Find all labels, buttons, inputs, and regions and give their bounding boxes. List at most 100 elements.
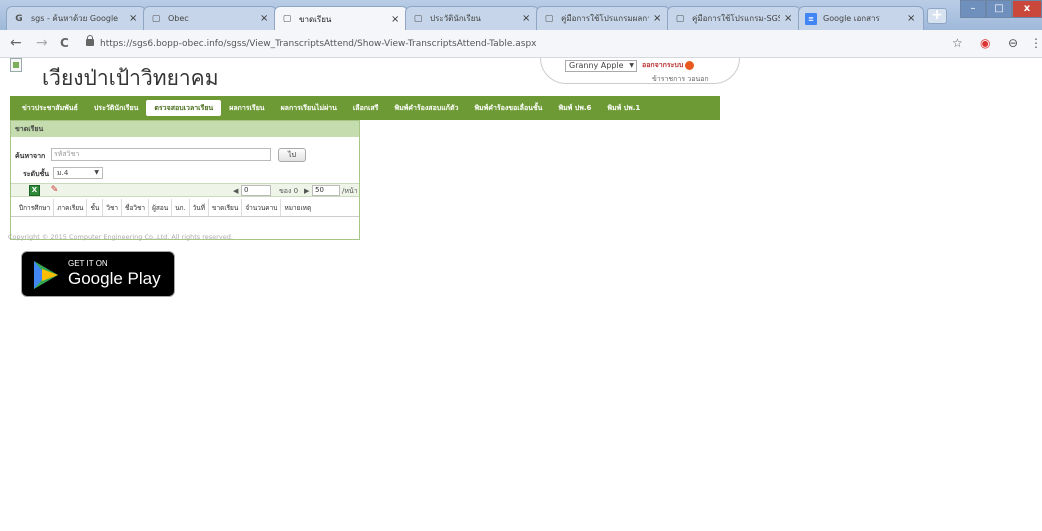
level-value: ม.4 <box>57 169 69 177</box>
browser-titlebar: G sgs - ค้นหาด้วย Google × ▢ Obec × ▢ ขา… <box>0 0 1042 31</box>
tab-manual-grades[interactable]: ▢ คู่มือการใช้โปรแกรมผลการเรียน × <box>536 6 670 30</box>
search-label: ค้นหาจาก <box>15 152 46 160</box>
excel-export-icon[interactable]: X <box>29 185 40 196</box>
back-icon[interactable]: ← <box>10 36 22 50</box>
column-header[interactable]: ภาคเรียน <box>54 199 88 216</box>
menu-item-print-promotion[interactable]: พิมพ์คำร้องขอเลื่อนชั้น <box>466 100 550 116</box>
logout-label: ออกจากระบบ <box>642 61 684 69</box>
school-title: เวียงป่าเป้าวิทยาคม <box>42 66 219 90</box>
column-header[interactable]: นก. <box>172 199 190 216</box>
next-page-icon[interactable]: ▶ <box>304 185 309 197</box>
close-icon[interactable]: × <box>522 13 532 24</box>
close-icon[interactable]: × <box>784 13 794 24</box>
power-icon <box>685 60 695 70</box>
close-window-button[interactable]: x <box>1012 0 1042 18</box>
level-select[interactable]: ม.4 ▼ <box>53 167 103 179</box>
tab-google-search[interactable]: G sgs - ค้นหาด้วย Google × <box>6 6 146 30</box>
extension-icon[interactable]: ◉ <box>980 37 990 49</box>
tab-title: Google เอกสาร <box>823 14 880 23</box>
grid-header: ปีการศึกษา ภาคเรียน ชั้น วิชา ชื่อวิชา ผ… <box>11 199 359 217</box>
menu-item-print-pp6[interactable]: พิมพ์ ปพ.6 <box>550 100 599 116</box>
menu-item-attendance[interactable]: ตรวจสอบเวลาเรียน <box>146 100 222 116</box>
user-select-value: Granny Apple <box>569 61 624 70</box>
per-page-label: /หน้า <box>342 187 358 195</box>
menu-item-failed-grades[interactable]: ผลการเรียนไม่ผ่าน <box>273 100 345 116</box>
gplay-small-text: GET IT ON <box>68 259 108 268</box>
browser-toolbar: ← → C https://sgs6.bopp-obec.info/sgss/V… <box>0 30 1042 58</box>
docs-icon: ≡ <box>805 12 817 25</box>
tab-title: sgs - ค้นหาด้วย Google <box>31 14 119 23</box>
tab-title: ขาดเรียน <box>299 14 332 24</box>
google-icon: G <box>15 13 23 24</box>
minimize-button[interactable]: – <box>960 0 986 18</box>
close-icon[interactable]: × <box>653 13 663 24</box>
lock-icon <box>86 35 94 46</box>
tab-obec[interactable]: ▢ Obec × <box>143 6 277 30</box>
panel-title: ขาดเรียน <box>11 121 359 137</box>
menu-item-grades[interactable]: ผลการเรียน <box>221 100 272 116</box>
column-header[interactable]: ชั้น <box>87 199 104 216</box>
broken-image-icon <box>10 58 22 72</box>
page-of-label: ของ 0 <box>279 187 299 195</box>
tab-title: ประวัตินักเรียน <box>430 14 481 23</box>
column-header[interactable]: ผู้สอน <box>149 199 173 216</box>
maximize-button[interactable]: □ <box>986 0 1012 18</box>
tab-title: คู่มือการใช้โปรแกรม-SGS-ส <box>692 14 780 23</box>
page-icon: ▢ <box>675 13 685 24</box>
tab-title: คู่มือการใช้โปรแกรมผลการเรียน <box>561 14 649 23</box>
column-header[interactable]: ปีการศึกษา <box>11 199 55 216</box>
menu-item-electives[interactable]: เลือกเสรี <box>345 100 387 116</box>
star-icon[interactable]: ☆ <box>952 37 963 49</box>
user-role: ข้าราชการ วอนอก <box>652 75 709 83</box>
forward-icon[interactable]: → <box>36 36 48 50</box>
google-play-icon-part <box>42 269 58 281</box>
gplay-big-text: Google Play <box>68 269 161 288</box>
logout-link[interactable]: ออกจากระบบ <box>642 60 695 71</box>
search-input[interactable]: รหัสวิชา <box>51 148 271 161</box>
page-content: เวียงป่าเป้าวิทยาคม Granny Apple ▼ ออกจา… <box>0 58 1042 531</box>
close-icon[interactable]: × <box>129 13 139 24</box>
prev-page-icon[interactable]: ◀ <box>233 185 238 197</box>
page-size-input[interactable]: 50 <box>312 185 340 196</box>
column-header[interactable]: วิชา <box>103 199 123 216</box>
google-play-badge[interactable]: GET IT ON Google Play <box>21 251 175 297</box>
menu-item-news[interactable]: ข่าวประชาสัมพันธ์ <box>14 100 86 116</box>
menu-item-print-pp1[interactable]: พิมพ์ ปพ.1 <box>599 100 648 116</box>
page-number-input[interactable]: 0 <box>241 185 271 196</box>
page-icon: ▢ <box>544 13 554 24</box>
dropdown-arrow-icon: ▼ <box>94 169 99 176</box>
new-tab-button[interactable]: + <box>927 8 947 24</box>
tab-absence[interactable]: ▢ ขาดเรียน × <box>274 6 408 31</box>
url-text: https://sgs6.bopp-obec.info/sgss/View_Tr… <box>100 39 537 49</box>
level-label: ระดับชั้น <box>23 170 50 178</box>
go-button[interactable]: ไป <box>278 148 306 162</box>
page-icon: ▢ <box>151 13 161 24</box>
column-header[interactable]: ขาดเรียน <box>209 199 243 216</box>
tab-manual-sgs[interactable]: ▢ คู่มือการใช้โปรแกรม-SGS-ส × <box>667 6 801 30</box>
clear-filter-icon[interactable]: ✎ <box>49 185 60 196</box>
menu-item-print-retest[interactable]: พิมพ์คำร้องสอบแก้ตัว <box>386 100 466 116</box>
reload-icon[interactable]: C <box>60 36 69 50</box>
tab-google-docs[interactable]: ≡ Google เอกสาร × <box>798 6 924 30</box>
tab-student-history[interactable]: ▢ ประวัตินักเรียน × <box>405 6 539 30</box>
copyright-text: Copyright © 2015 Computer Engineering Co… <box>8 233 233 241</box>
absence-panel: ขาดเรียน ค้นหาจาก รหัสวิชา ไป ระดับชั้น … <box>10 120 360 240</box>
page-icon: ▢ <box>282 14 292 24</box>
column-header[interactable]: จำนวนคาบ <box>242 199 282 216</box>
close-icon[interactable]: × <box>907 13 917 24</box>
user-select[interactable]: Granny Apple ▼ <box>565 60 637 72</box>
column-header[interactable]: ชื่อวิชา <box>122 199 150 216</box>
close-icon[interactable]: × <box>260 13 270 24</box>
pager-bar: X ✎ ◀ 0 ของ 0 ▶ 50 /หน้า <box>11 183 359 197</box>
menu-icon[interactable]: ⋮ <box>1030 37 1042 49</box>
main-menu: ข่าวประชาสัมพันธ์ ประวัตินักเรียน ตรวจสอ… <box>10 96 720 120</box>
close-icon[interactable]: × <box>391 14 401 25</box>
dropdown-arrow-icon: ▼ <box>629 62 634 69</box>
page-icon: ▢ <box>413 13 423 24</box>
column-header[interactable]: วันที่ <box>190 199 210 216</box>
profile-icon[interactable]: ⊖ <box>1008 37 1018 49</box>
menu-item-student-history[interactable]: ประวัตินักเรียน <box>86 100 147 116</box>
column-header[interactable]: หมายเหตุ <box>281 199 314 216</box>
address-bar[interactable]: https://sgs6.bopp-obec.info/sgss/View_Tr… <box>86 35 926 54</box>
tab-title: Obec <box>168 14 189 23</box>
